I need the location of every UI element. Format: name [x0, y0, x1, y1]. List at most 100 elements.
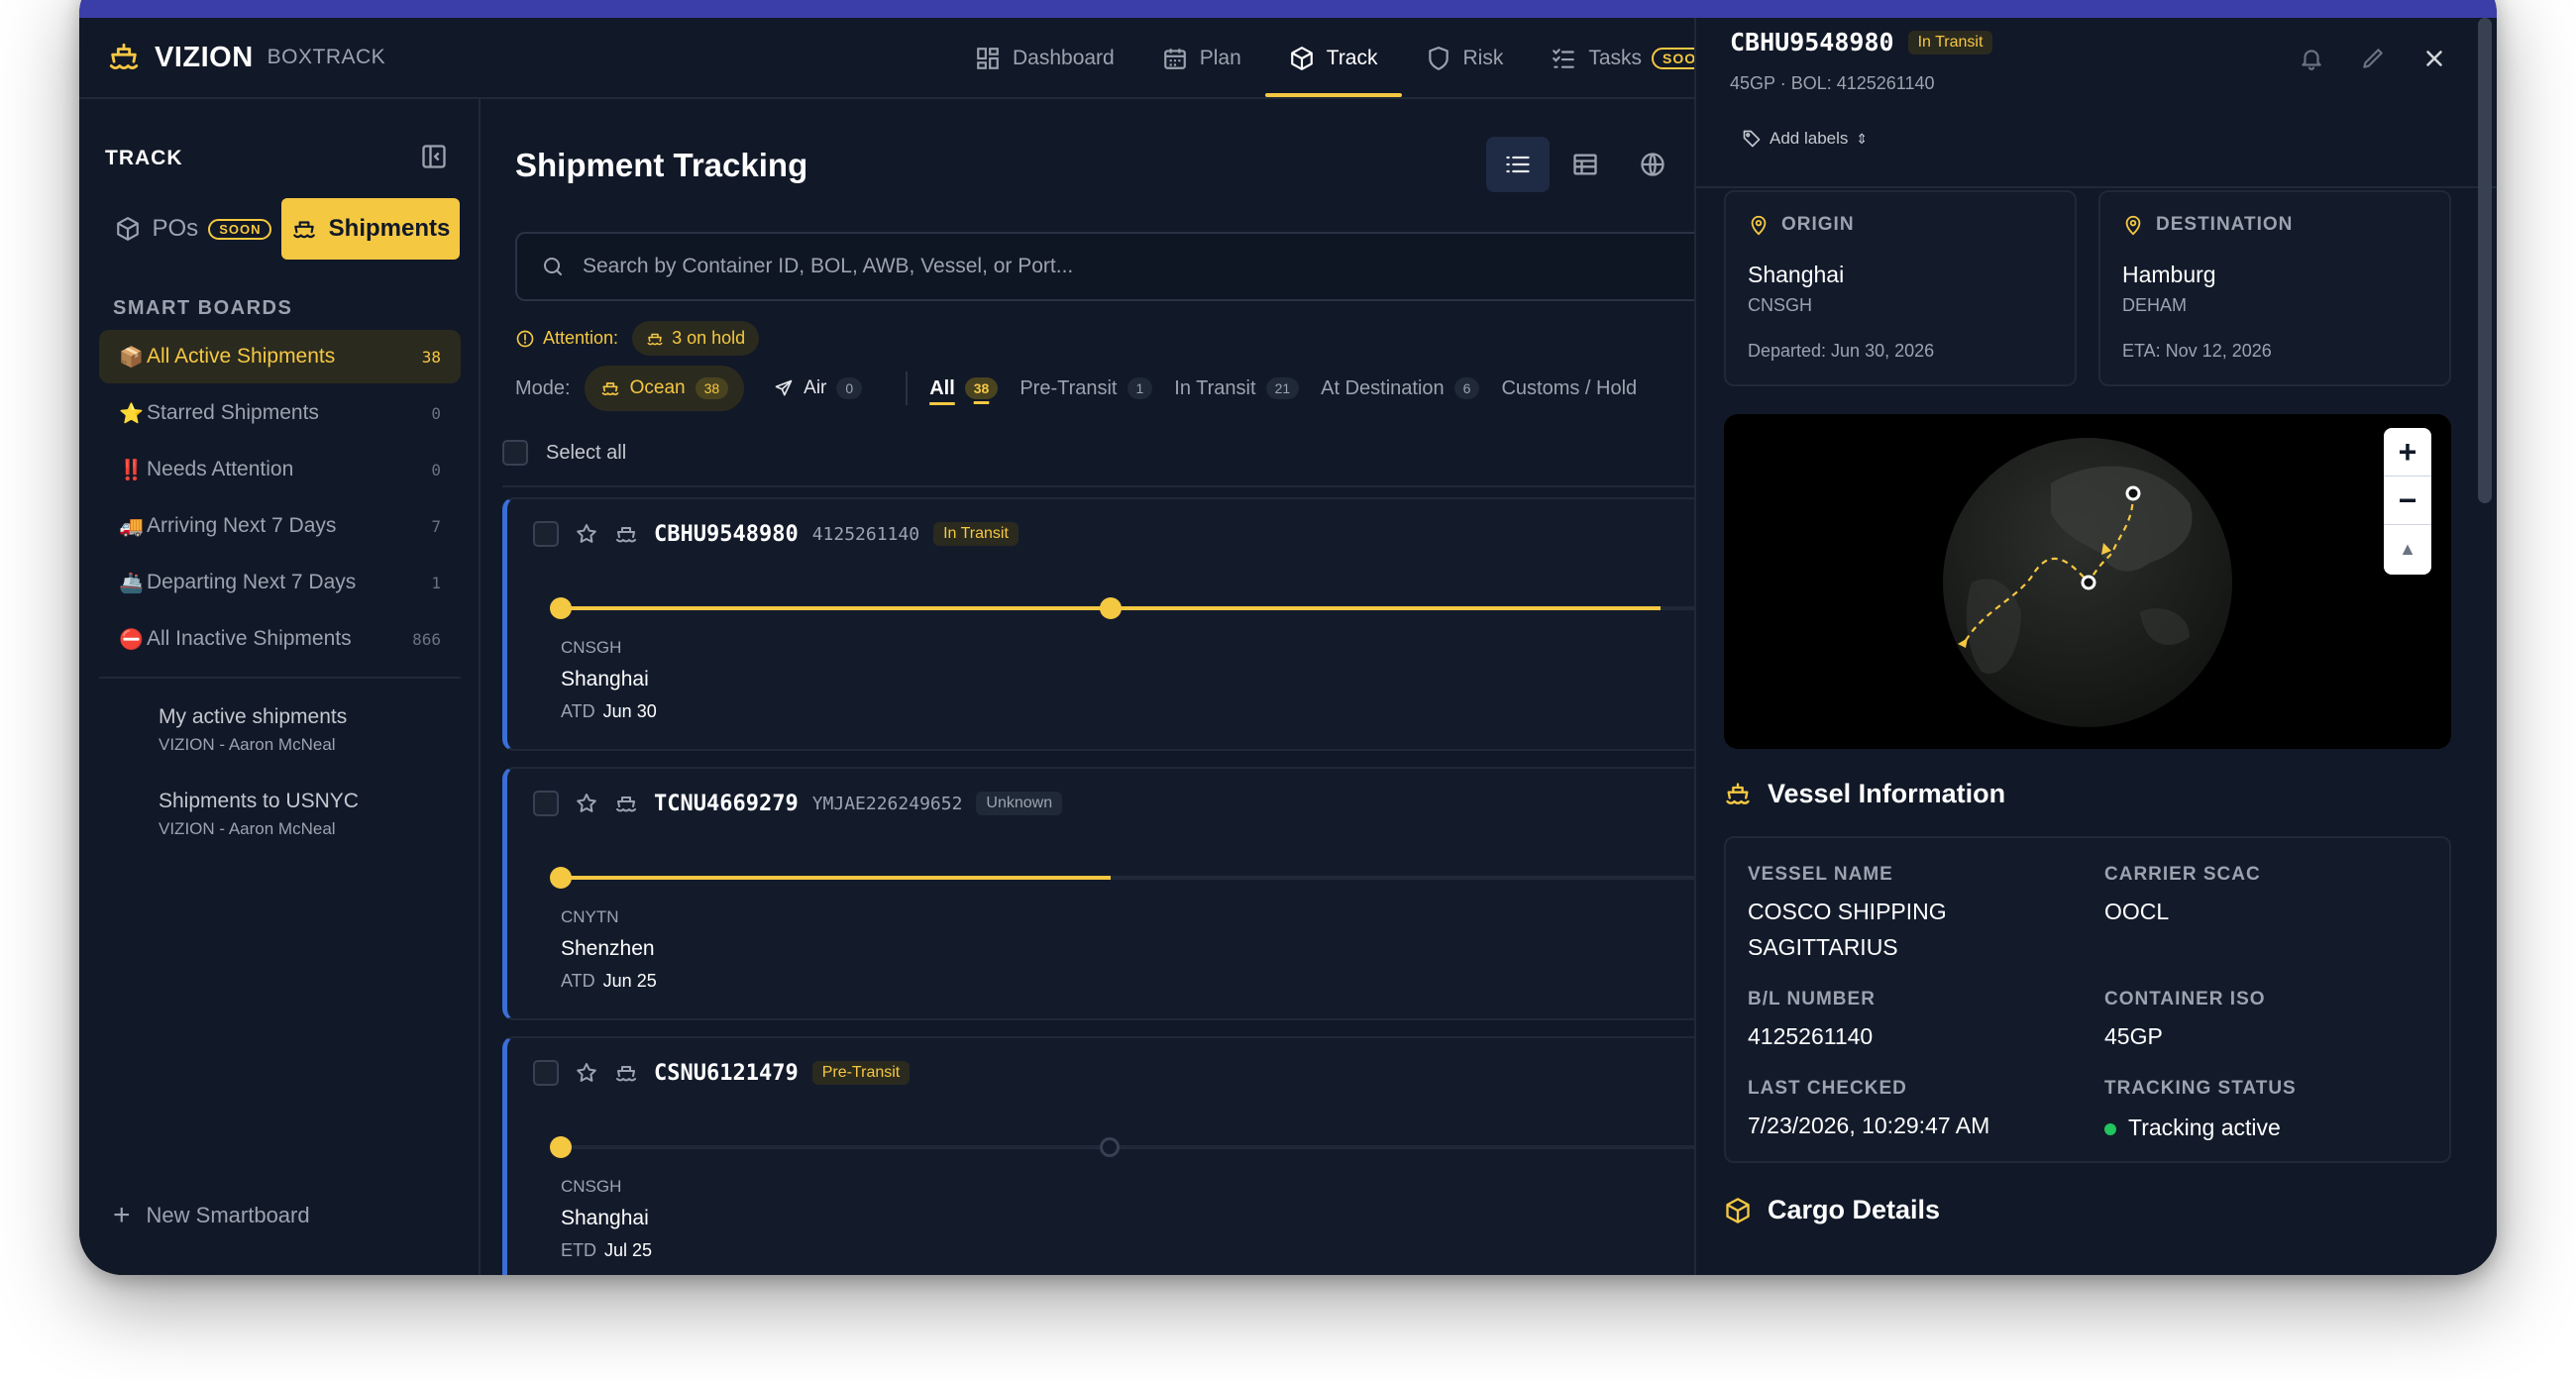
saved-view-my-active[interactable]: My active shipments VIZION - Aaron McNea…: [159, 705, 347, 755]
carrier-scac-value: OOCL: [2104, 899, 2170, 924]
new-smartboard-label: New Smartboard: [146, 1203, 310, 1227]
origin-city: Shenzhen: [561, 937, 655, 960]
status-tab-customs-hold[interactable]: Customs / Hold: [1501, 377, 1637, 400]
tab-shipments[interactable]: Shipments: [281, 198, 460, 260]
status-tab-in-transit[interactable]: In Transit 21: [1174, 376, 1300, 400]
row-checkbox[interactable]: [533, 521, 559, 547]
board-label: All Active Shipments: [147, 345, 336, 368]
brand-product: BOXTRACK: [267, 46, 386, 68]
board-count: 866: [412, 629, 441, 649]
mode-air-label: Air: [804, 377, 827, 398]
board-inactive[interactable]: ⛔ All Inactive Shipments 866: [99, 612, 461, 666]
eta-date: ETA: Nov 12, 2026: [2122, 341, 2272, 361]
date-label: ATD: [561, 971, 595, 991]
table-view-button[interactable]: [1554, 137, 1617, 192]
star-icon[interactable]: [575, 792, 598, 815]
origin-code: CNSGH: [1748, 295, 1813, 315]
departure-date: ETD Jul 25: [561, 1240, 652, 1261]
vessel-name-value: COSCO SHIPPING SAGITTARIUS: [1748, 899, 1947, 960]
reset-north-button[interactable]: ▲: [2384, 525, 2431, 574]
board-label: Starred Shipments: [147, 401, 319, 424]
search-input[interactable]: Search by Container ID, BOL, AWB, Vessel…: [515, 232, 1694, 301]
status-tab-all[interactable]: All 38: [929, 377, 999, 400]
ship-icon: 🚢: [119, 572, 144, 594]
list-view-button[interactable]: [1486, 137, 1550, 192]
mode-air[interactable]: Air 0: [758, 366, 878, 411]
shipment-card[interactable]: CBHU9548980 4125261140 In Transit CNSGH …: [502, 497, 1694, 751]
star-icon[interactable]: [575, 1061, 598, 1085]
board-starred[interactable]: ⭐ Starred Shipments 0: [99, 386, 461, 440]
ship-icon: [601, 382, 618, 396]
status-tab-count: 1: [1127, 377, 1153, 399]
board-needs-attention[interactable]: ‼️ Needs Attention 0: [99, 443, 461, 496]
nav-plan[interactable]: Plan: [1138, 18, 1265, 99]
milestone-dot: [1100, 597, 1122, 619]
destination-city: Hamburg: [2122, 262, 2216, 287]
edit-button[interactable]: [2342, 34, 2404, 83]
board-label: Departing Next 7 Days: [147, 571, 357, 593]
status-badge: Unknown: [976, 792, 1063, 815]
nav-track[interactable]: Track: [1264, 18, 1402, 99]
exclamation-icon: ‼️: [119, 459, 144, 481]
select-all[interactable]: Select all: [502, 440, 626, 466]
origin-box: ORIGIN Shanghai CNSGH Departed: Jun 30, …: [1724, 190, 2077, 386]
truck-icon: 🚚: [119, 515, 144, 538]
main-nav: Dashboard Plan Track Risk Tasks SOON: [951, 18, 1742, 99]
panel-scrollbar[interactable]: [2478, 18, 2492, 503]
shipment-card[interactable]: CSNU6121479 Pre-Transit CNSGH Shanghai E…: [502, 1036, 1694, 1275]
on-hold-pill[interactable]: 3 on hold: [632, 321, 760, 356]
vizion-logo-icon: [109, 43, 139, 70]
soon-badge: SOON: [208, 218, 272, 240]
destination-heading: DESTINATION: [2122, 214, 2293, 236]
star-icon[interactable]: [575, 522, 598, 546]
collapse-sidebar-icon[interactable]: [420, 143, 448, 170]
progress-track: [550, 867, 1694, 889]
board-all-active[interactable]: 📦 All Active Shipments 38: [99, 330, 461, 383]
add-labels-label: Add labels: [1770, 129, 1849, 148]
close-icon: [2426, 51, 2442, 66]
row-checkbox[interactable]: [533, 1060, 559, 1086]
select-all-checkbox[interactable]: [502, 440, 528, 466]
saved-view-usnyc[interactable]: Shipments to USNYC VIZION - Aaron McNeal: [159, 790, 359, 839]
close-button[interactable]: [2404, 34, 2465, 83]
alert-circle-icon: [516, 330, 534, 347]
list-icon: [1506, 156, 1530, 173]
brand[interactable]: VIZION BOXTRACK: [107, 36, 385, 79]
board-arriving[interactable]: 🚚 Arriving Next 7 Days 7: [99, 499, 461, 553]
notify-button[interactable]: [2281, 34, 2342, 83]
add-labels-button[interactable]: Add labels ⇕: [1742, 129, 1868, 149]
tab-pos[interactable]: POs SOON: [105, 198, 281, 260]
tab-pos-label: POs: [152, 215, 199, 242]
saved-view-label: Shipments to USNYC: [159, 790, 359, 812]
status-tab-label: In Transit: [1174, 376, 1256, 399]
route-map[interactable]: + − ▲: [1724, 414, 2451, 749]
globe-view-button[interactable]: [1621, 137, 1684, 192]
milestone-dot: [1100, 1137, 1120, 1157]
shipment-card[interactable]: TCNU4669279 YMJAE226249652 Unknown CNYTN…: [502, 767, 1694, 1020]
zoom-out-button[interactable]: −: [2384, 477, 2431, 525]
nav-track-label: Track: [1326, 47, 1378, 69]
attention-label: Attention:: [543, 328, 619, 348]
tasks-icon: [1553, 49, 1575, 68]
status-tab-pre-transit[interactable]: Pre-Transit 1: [1020, 377, 1153, 400]
mode-ocean-count: 38: [695, 377, 729, 399]
nav-plan-label: Plan: [1199, 47, 1241, 69]
date-value: Jul 25: [604, 1240, 653, 1260]
cargo-details-heading: Cargo Details: [1724, 1195, 1940, 1225]
shipment-detail-panel: CBHU9548980 In Transit 45GP · BOL: 41252…: [1694, 18, 2497, 1275]
location-pin-icon: [2125, 215, 2141, 236]
bl-number-label: B/L NUMBER: [1748, 989, 1876, 1009]
status-tab-at-destination[interactable]: At Destination 6: [1321, 377, 1480, 400]
mode-ocean[interactable]: Ocean 38: [584, 366, 745, 411]
nav-risk[interactable]: Risk: [1402, 18, 1528, 99]
progress-track: [550, 1136, 1694, 1158]
nav-dashboard[interactable]: Dashboard: [951, 18, 1138, 99]
row-checkbox[interactable]: [533, 791, 559, 816]
mode-label: Mode:: [515, 376, 571, 399]
new-smartboard-button[interactable]: + New Smartboard: [113, 1199, 310, 1232]
box-icon: [1726, 1197, 1750, 1223]
zoom-in-button[interactable]: +: [2384, 428, 2431, 477]
detail-actions: [2281, 34, 2465, 83]
search-icon: [544, 258, 562, 275]
board-departing[interactable]: 🚢 Departing Next 7 Days 1: [99, 556, 461, 609]
